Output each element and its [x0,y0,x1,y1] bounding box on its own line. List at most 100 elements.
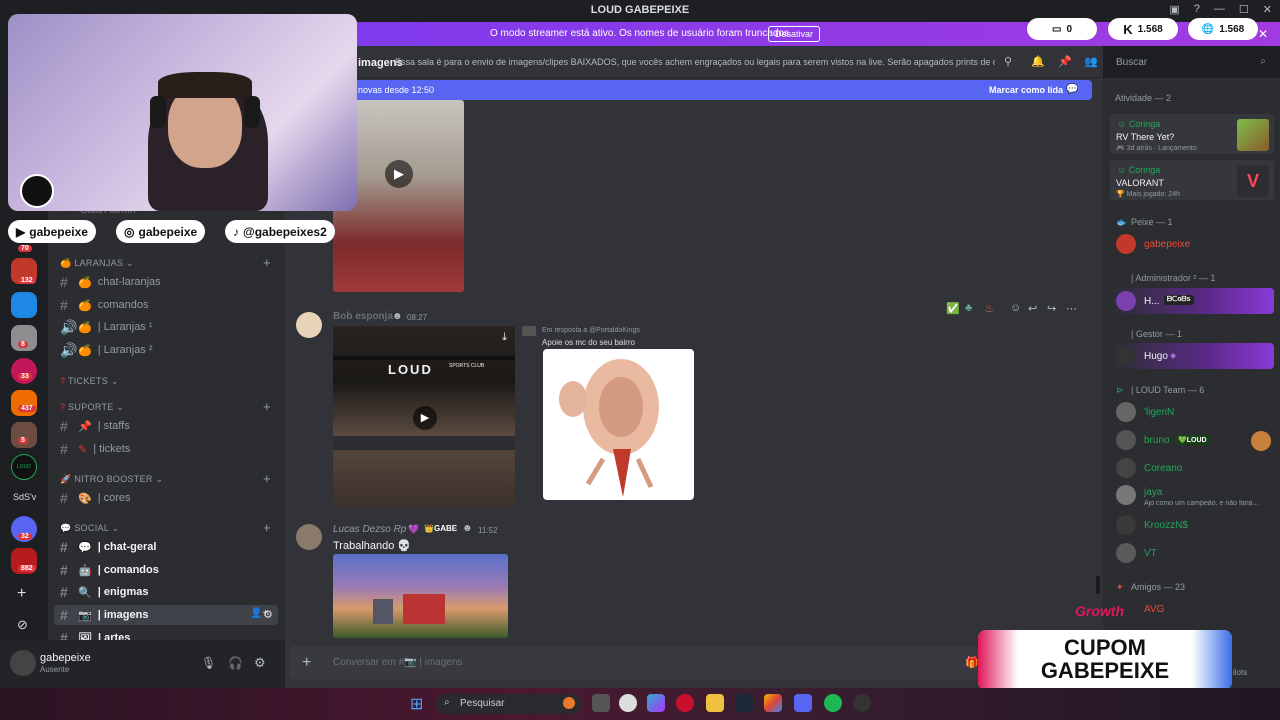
maximize-button[interactable]: ☐ [1239,3,1249,16]
channel-topic[interactable]: Essa sala é para o envio de imagens/clip… [395,57,995,67]
sticker-reaction-icon[interactable]: ♣ [965,302,972,314]
search-input[interactable]: Buscar ⌕ [1110,52,1272,74]
channel-staffs[interactable]: # 📌 | staffs [60,416,130,436]
category-laranjas[interactable]: 🍊 LARANJAS ⌄ [60,258,134,269]
copilot-icon[interactable] [647,694,665,712]
sdsv-server-label[interactable]: SdS'v [13,492,36,502]
new-messages-bar[interactable] [357,80,1092,100]
avatar[interactable] [1116,430,1136,450]
add-channel-icon[interactable]: + [263,255,271,270]
ear-sticker-image[interactable] [543,349,694,500]
member-name[interactable]: bruno [1144,435,1170,446]
taskbar-search[interactable]: ⌕ Pesquisar [436,694,581,714]
minecraft-image[interactable] [333,554,508,638]
headphones-icon[interactable]: 🎧 [228,656,243,670]
category-tickets[interactable]: ? TICKETS ⌄ [60,376,119,387]
add-server-icon[interactable]: + [17,585,26,603]
task-view-icon[interactable] [592,694,610,712]
windows-start-icon[interactable]: ⊞ [410,694,423,714]
add-reaction-icon[interactable]: ☺ [1010,302,1021,314]
discover-icon[interactable]: ⊘ [17,617,28,633]
member-name[interactable]: VT [1144,548,1157,559]
more-icon[interactable]: ⋯ [1066,302,1077,315]
channel-comandos-social[interactable]: # 🤖 | comandos [60,560,159,580]
avatar[interactable] [1116,458,1136,478]
avatar[interactable] [1116,515,1136,535]
category-suporte[interactable]: ? SUPORTE ⌄ [60,402,124,413]
file-explorer-icon[interactable] [706,694,724,712]
member-name[interactable]: KroozzN$ [1144,520,1188,531]
member-name[interactable]: gabepeixe [1144,239,1190,250]
member-name[interactable]: Coreano [1144,463,1182,474]
avatar[interactable] [296,312,322,338]
member-name[interactable]: AVG [1144,604,1164,615]
deactivate-streamer-button[interactable]: Desativar [768,26,821,42]
threads-icon[interactable]: ⚲ [1004,55,1012,68]
attach-icon[interactable]: + [302,654,311,672]
user-settings-icon[interactable]: ⚙ [254,655,266,671]
video-attachment[interactable]: LOUD SPORTS CLUB ▶ ⤓ [333,326,515,508]
member-list-scrollbar[interactable] [1096,576,1100,594]
channel-comandos[interactable]: # 🍊 comandos [60,295,148,315]
category-nitro-booster[interactable]: 🚀 NITRO BOOSTER ⌄ [60,474,163,485]
add-channel-icon[interactable]: + [263,520,271,535]
channel-imagens[interactable]: # 📷 | imagens [60,605,148,625]
member-name[interactable]: 'ligeriN [1144,407,1174,418]
channel-enigmas[interactable]: # 🔍 | enigmas [60,582,148,602]
member-name[interactable]: Hugo [1144,351,1168,362]
message-input[interactable]: Conversar em #📷 | imagens [333,657,463,668]
avatar[interactable] [1116,402,1136,422]
channel-laranjas-1[interactable]: 🔊 🍊 | Laranjas ¹ [60,317,153,337]
download-icon[interactable]: ⤓ [502,331,507,344]
message-author[interactable]: Lucas Dezso Rp [333,524,406,535]
category-social[interactable]: 💬 SOCIAL ⌄ [60,523,119,534]
channel-chat-geral[interactable]: # 💬 | chat-geral [60,537,156,557]
steam-icon[interactable] [735,694,753,712]
inbox-icon[interactable]: ▣ [1169,3,1179,16]
microphone-icon[interactable]: 🎙 [201,656,216,670]
channel-tickets[interactable]: # ✎ | tickets [60,439,130,459]
server-icon[interactable] [11,358,37,384]
message-author[interactable]: Bob esponja [333,311,393,322]
close-button[interactable]: ✕ [1263,3,1272,16]
gift-icon[interactable]: 🎁 [965,656,979,669]
minimize-button[interactable]: — [1214,3,1225,16]
close-banner-icon[interactable]: ✕ [1258,27,1268,41]
play-icon[interactable]: ▶ [385,160,413,188]
avatar[interactable] [1116,346,1136,366]
add-channel-icon[interactable]: + [263,471,271,486]
loud-server-icon[interactable]: LOUD [11,454,37,480]
channel-chat-laranjas[interactable]: # 🍊 chat-laranjas [60,272,161,292]
avatar[interactable] [1116,234,1136,254]
channel-settings-icon[interactable]: ⚙ [263,608,273,621]
avatar[interactable] [296,524,322,550]
discord-icon[interactable] [794,694,812,712]
channel-laranjas-2[interactable]: 🔊 🍊 | Laranjas ² [60,340,153,360]
app-icon[interactable] [764,694,782,712]
member-name[interactable]: H... [1144,296,1160,307]
pin-icon[interactable]: 📌 [1058,55,1072,68]
member-name[interactable]: jaya [1144,487,1162,498]
check-reaction-icon[interactable]: ✅ [946,302,960,315]
avatar[interactable] [1116,543,1136,563]
avatar[interactable] [1116,485,1136,505]
opera-icon[interactable] [676,694,694,712]
spotify-icon[interactable] [824,694,842,712]
obs-icon[interactable] [853,694,871,712]
reply-icon[interactable]: ↩ [1028,302,1037,315]
avatar[interactable] [1116,291,1136,311]
members-icon[interactable]: 👥 [1084,55,1098,68]
mark-read-button[interactable]: Marcar como lida [989,85,1063,95]
avatar[interactable] [10,650,36,676]
server-icon[interactable] [11,422,37,448]
server-icon[interactable] [11,390,37,416]
channel-cores[interactable]: # 🎨 | cores [60,488,131,508]
server-icon[interactable] [11,292,37,318]
help-icon[interactable]: ? [1194,3,1200,16]
forward-icon[interactable]: ↪ [1047,302,1056,315]
play-icon[interactable]: ▶ [413,406,437,430]
app-icon[interactable] [619,694,637,712]
bell-icon[interactable]: 🔔 [1031,55,1045,68]
custom-reaction-icon[interactable]: ♨ [984,302,994,315]
add-channel-icon[interactable]: + [263,399,271,414]
